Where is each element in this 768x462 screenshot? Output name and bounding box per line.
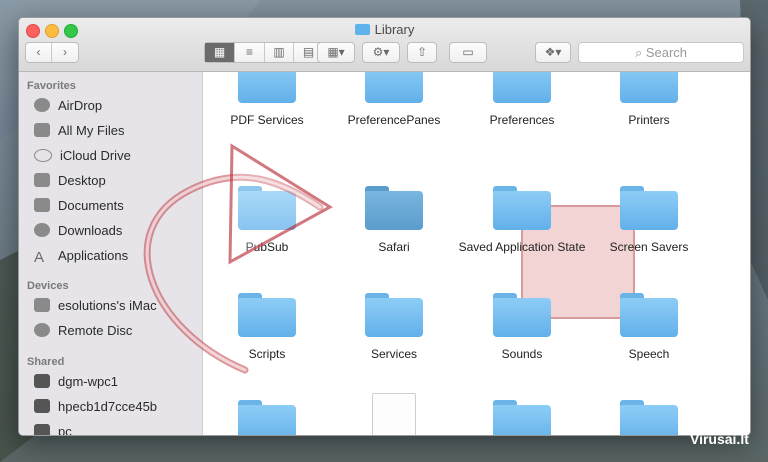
- forward-button[interactable]: ›: [52, 43, 78, 62]
- folder-item[interactable]: Sounds: [458, 293, 586, 362]
- back-forward-buttons: ‹ ›: [25, 42, 79, 63]
- sidebar-item-airdrop[interactable]: AirDrop: [34, 98, 102, 118]
- folder-item[interactable]: PreferencePanes: [330, 72, 458, 128]
- folder-item[interactable]: [203, 400, 331, 435]
- computer-icon: [34, 424, 50, 435]
- list-view-button[interactable]: ≡: [235, 43, 265, 62]
- arrange-button[interactable]: ▦▾: [317, 42, 355, 63]
- chevron-right-icon: ›: [63, 45, 67, 59]
- folder-item[interactable]: Scripts: [203, 293, 331, 362]
- folder-item[interactable]: [585, 400, 713, 435]
- finder-window: Library ‹ › ▦ ≡ ▥ ▤ ▦▾ ⚙▾ ⇧ ▭ ❖▾ ⌕ Search Fa…: [18, 17, 751, 436]
- folder-icon: [238, 186, 296, 230]
- view-mode-buttons: ▦ ≡ ▥ ▤: [204, 42, 324, 63]
- file-item[interactable]: [330, 393, 458, 435]
- sidebar-item-remote-disc[interactable]: Remote Disc: [34, 323, 132, 343]
- sidebar-item-icloud-drive[interactable]: iCloud Drive: [34, 148, 131, 168]
- watermark-logo: Virusai.lt: [690, 431, 749, 447]
- sidebar-item-documents[interactable]: Documents: [34, 198, 124, 218]
- share-icon: ⇧: [416, 45, 428, 59]
- desktop-icon: [34, 173, 50, 187]
- search-placeholder: Search: [645, 45, 688, 60]
- folder-icon: [238, 293, 296, 337]
- icon-view-button[interactable]: ▦: [205, 43, 235, 62]
- folder-item[interactable]: Printers: [585, 72, 713, 128]
- folder-item[interactable]: PDF Services: [203, 72, 331, 128]
- imac-icon: [34, 298, 50, 312]
- folder-icon: [493, 293, 551, 337]
- folder-icon: [493, 186, 551, 230]
- folder-icon: [620, 400, 678, 435]
- applications-icon: A: [34, 249, 45, 266]
- folder-icon: [493, 72, 551, 103]
- sidebar-section-favorites: Favorites: [27, 80, 76, 92]
- sidebar-item-hpecb1d7cce45b[interactable]: hpecb1d7cce45b: [34, 399, 157, 419]
- search-field[interactable]: ⌕ Search: [578, 42, 744, 63]
- window-title: Library: [19, 22, 750, 37]
- folder-icon: [365, 293, 423, 337]
- tags-button[interactable]: ▭: [449, 42, 487, 63]
- dropbox-button[interactable]: ❖▾: [535, 42, 571, 63]
- folder-icon: [238, 72, 296, 103]
- sidebar-item-dgm-wpc1[interactable]: dgm-wpc1: [34, 374, 118, 394]
- all-files-icon: [34, 123, 50, 137]
- sidebar-item-all-my-files[interactable]: All My Files: [34, 123, 124, 143]
- share-button[interactable]: ⇧: [407, 42, 437, 63]
- folder-icon: [620, 293, 678, 337]
- columns-icon: ▥: [273, 45, 285, 59]
- coverflow-icon: ▤: [302, 45, 315, 59]
- folder-icon: [354, 24, 370, 35]
- folder-icon: [620, 186, 678, 230]
- cloud-icon: [34, 149, 52, 162]
- folder-item[interactable]: [458, 400, 586, 435]
- search-icon: ⌕: [634, 45, 643, 60]
- sidebar-item-imac[interactable]: esolutions's iMac: [34, 298, 157, 318]
- folder-item[interactable]: Screen Savers: [585, 186, 713, 255]
- folder-item[interactable]: PubSub: [203, 186, 331, 255]
- file-grid: PDF Services PreferencePanes Preferences…: [203, 72, 750, 435]
- folder-item[interactable]: Saved Application State: [458, 186, 586, 255]
- tag-icon: ▭: [462, 45, 474, 59]
- sidebar: Favorites AirDrop All My Files iCloud Dr…: [19, 72, 203, 435]
- folder-icon: [365, 72, 423, 103]
- action-button[interactable]: ⚙▾: [362, 42, 400, 63]
- sidebar-item-desktop[interactable]: Desktop: [34, 173, 106, 193]
- folder-item[interactable]: Speech: [585, 293, 713, 362]
- folder-item-selected[interactable]: Safari: [330, 186, 458, 255]
- folder-icon: [238, 400, 296, 435]
- documents-icon: [34, 198, 50, 212]
- sidebar-item-pc[interactable]: pc: [34, 424, 72, 435]
- document-icon: [372, 393, 416, 435]
- computer-icon: [34, 374, 50, 388]
- folder-item[interactable]: Services: [330, 293, 458, 362]
- folder-icon: [620, 72, 678, 103]
- computer-icon: [34, 399, 50, 413]
- arrange-icon: ▦▾: [327, 45, 345, 59]
- folder-icon: [493, 400, 551, 435]
- back-button[interactable]: ‹: [26, 43, 52, 62]
- folder-icon: [365, 186, 423, 230]
- sidebar-section-shared: Shared: [27, 356, 65, 368]
- list-icon: ≡: [245, 45, 253, 59]
- chevron-left-icon: ‹: [36, 45, 41, 59]
- gear-icon: ⚙: [372, 45, 384, 59]
- airdrop-icon: [34, 98, 50, 112]
- downloads-icon: [34, 223, 50, 237]
- folder-item[interactable]: Preferences: [458, 72, 586, 128]
- dropbox-icon: ❖▾: [544, 45, 562, 59]
- column-view-button[interactable]: ▥: [265, 43, 294, 62]
- sidebar-item-applications[interactable]: A Applications: [34, 248, 128, 268]
- sidebar-item-downloads[interactable]: Downloads: [34, 223, 122, 243]
- sidebar-section-devices: Devices: [27, 280, 69, 292]
- grid-icon: ▦: [213, 45, 226, 59]
- title-bar: Library ‹ › ▦ ≡ ▥ ▤ ▦▾ ⚙▾ ⇧ ▭ ❖▾ ⌕ Search: [19, 18, 750, 72]
- disc-icon: [34, 323, 50, 337]
